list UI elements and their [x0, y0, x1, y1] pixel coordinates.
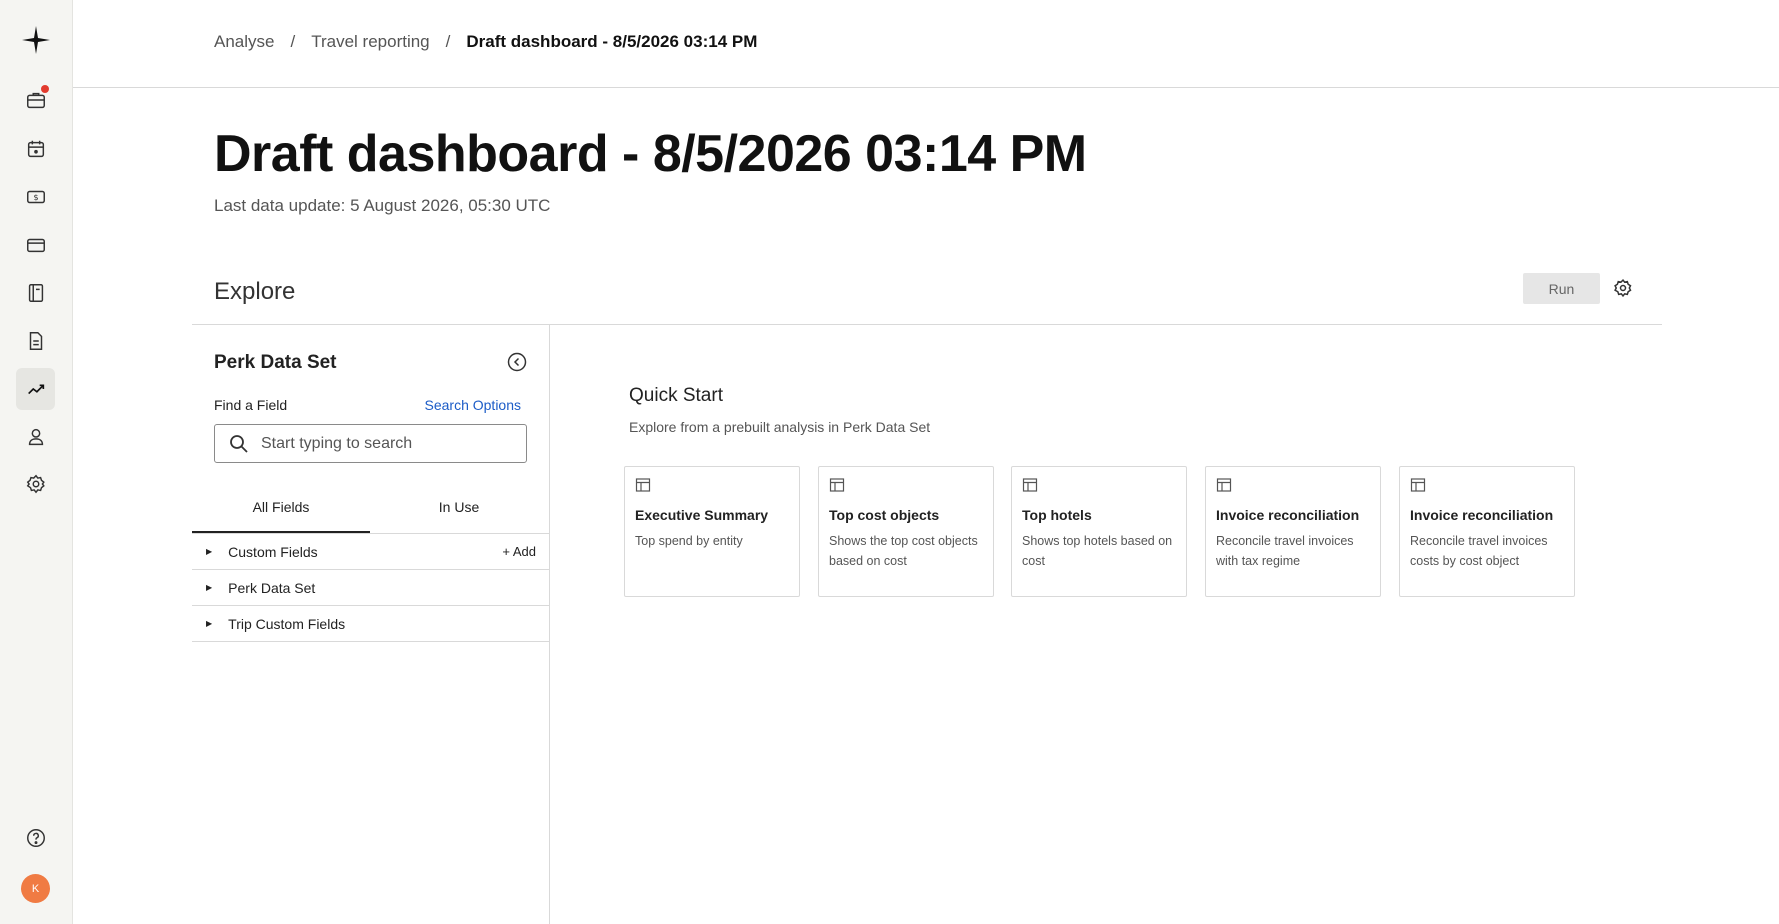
- search-icon: [230, 434, 248, 453]
- sidebar-item-expenses[interactable]: $: [16, 176, 55, 218]
- chevron-left-circle-icon: [507, 352, 527, 372]
- field-tabs: All Fields In Use: [192, 491, 550, 534]
- sidebar-item-analyse[interactable]: [16, 368, 55, 410]
- field-group-row[interactable]: ▶ Trip Custom Fields: [192, 606, 550, 642]
- sidebar-item-cards[interactable]: [16, 224, 55, 266]
- avatar[interactable]: K: [21, 874, 50, 903]
- notification-dot: [41, 85, 49, 93]
- field-group-row[interactable]: ▶ Custom Fields + Add: [192, 534, 550, 570]
- field-group-label: Perk Data Set: [228, 579, 316, 596]
- field-group-label: Custom Fields: [228, 543, 318, 560]
- table-icon: [1216, 478, 1232, 492]
- search-input[interactable]: [261, 434, 511, 453]
- page-title: Draft dashboard - 8/5/2026 03:14 PM: [214, 125, 1087, 183]
- table-icon: [1022, 478, 1038, 492]
- card-title: Top hotels: [1022, 507, 1092, 523]
- table-icon: [829, 478, 845, 492]
- sidebar-item-help[interactable]: [16, 817, 55, 859]
- top-bar: Analyse / Travel reporting / Draft dashb…: [73, 0, 1779, 88]
- quick-start-card[interactable]: Executive Summary Top spend by entity: [624, 466, 800, 597]
- field-group-row[interactable]: ▶ Perk Data Set: [192, 570, 550, 606]
- explore-settings-button[interactable]: [1611, 276, 1635, 300]
- card-title: Top cost objects: [829, 507, 940, 523]
- settings-icon: [26, 474, 45, 494]
- table-icon: [1410, 478, 1426, 492]
- card-description: Reconcile travel invoices costs by cost …: [1410, 534, 1548, 568]
- caret-right-icon: ▶: [206, 547, 213, 556]
- field-panel: Perk Data Set Find a Field Search Option…: [192, 325, 550, 924]
- tab-all-fields[interactable]: All Fields: [192, 491, 370, 533]
- sidebar-item-people[interactable]: [16, 416, 55, 458]
- sidebar-item-reports[interactable]: [16, 272, 55, 314]
- card-description: Shows the top cost objects based on cost: [829, 534, 978, 568]
- caret-right-icon: ▶: [206, 619, 213, 628]
- explore-header: Explore Run: [192, 270, 1662, 325]
- breadcrumb-item-travel-reporting[interactable]: Travel reporting: [311, 32, 429, 52]
- search-options-link[interactable]: Search Options: [425, 397, 522, 413]
- quick-start-card[interactable]: Invoice reconciliation Reconcile travel …: [1399, 466, 1575, 597]
- sidebar-item-calendar[interactable]: [16, 128, 55, 170]
- quick-start-card[interactable]: Top cost objects Shows the top cost obje…: [818, 466, 994, 597]
- quick-start-card[interactable]: Top hotels Shows top hotels based on cos…: [1011, 466, 1187, 597]
- field-group-label: Trip Custom Fields: [228, 615, 346, 632]
- card-title: Invoice reconciliation: [1216, 507, 1360, 523]
- run-button[interactable]: Run: [1523, 273, 1600, 304]
- breadcrumb: Analyse / Travel reporting / Draft dashb…: [214, 32, 757, 52]
- card-description: Reconcile travel invoices with tax regim…: [1216, 534, 1354, 568]
- sidebar-item-settings[interactable]: [16, 463, 55, 505]
- svg-text:$: $: [33, 192, 38, 202]
- sidebar-item-documents[interactable]: [16, 320, 55, 362]
- chart-icon: [27, 384, 44, 395]
- add-label: Add: [512, 544, 536, 559]
- quick-start-subtitle: Explore from a prebuilt analysis in Perk…: [629, 419, 931, 435]
- breadcrumb-current: Draft dashboard - 8/5/2026 03:14 PM: [466, 32, 758, 51]
- table-icon: [635, 478, 651, 492]
- document-icon: [29, 332, 42, 350]
- tab-in-use[interactable]: In Use: [370, 491, 548, 533]
- find-field-label: Find a Field: [214, 397, 288, 413]
- panel-title: Perk Data Set: [214, 352, 337, 373]
- help-icon: [26, 829, 45, 847]
- quick-start-card[interactable]: Invoice reconciliation Reconcile travel …: [1205, 466, 1381, 597]
- card-title: Invoice reconciliation: [1410, 507, 1554, 523]
- add-custom-field-button[interactable]: + Add: [502, 544, 536, 559]
- calendar-icon: [27, 140, 44, 158]
- collapse-panel-button[interactable]: [507, 352, 527, 372]
- sidebar-rail: $ K: [0, 0, 73, 924]
- explore-title: Explore: [214, 278, 296, 305]
- last-data-update: Last data update: 5 August 2026, 05:30 U…: [214, 196, 551, 215]
- money-icon: $: [26, 190, 45, 204]
- gear-icon: [1614, 278, 1632, 298]
- logo-icon[interactable]: [20, 24, 52, 56]
- sidebar-item-trips[interactable]: [16, 79, 55, 121]
- book-icon: [28, 284, 43, 302]
- field-search-box: [214, 424, 527, 463]
- card-icon: [26, 238, 45, 253]
- user-icon: [28, 428, 43, 446]
- breadcrumb-item-analyse[interactable]: Analyse: [214, 32, 274, 52]
- caret-right-icon: ▶: [206, 583, 213, 592]
- breadcrumb-separator: /: [290, 32, 296, 51]
- card-description: Top spend by entity: [635, 534, 743, 548]
- card-title: Executive Summary: [635, 507, 769, 523]
- card-description: Shows top hotels based on cost: [1022, 534, 1173, 568]
- quick-start-title: Quick Start: [629, 385, 723, 406]
- breadcrumb-separator: /: [445, 32, 451, 51]
